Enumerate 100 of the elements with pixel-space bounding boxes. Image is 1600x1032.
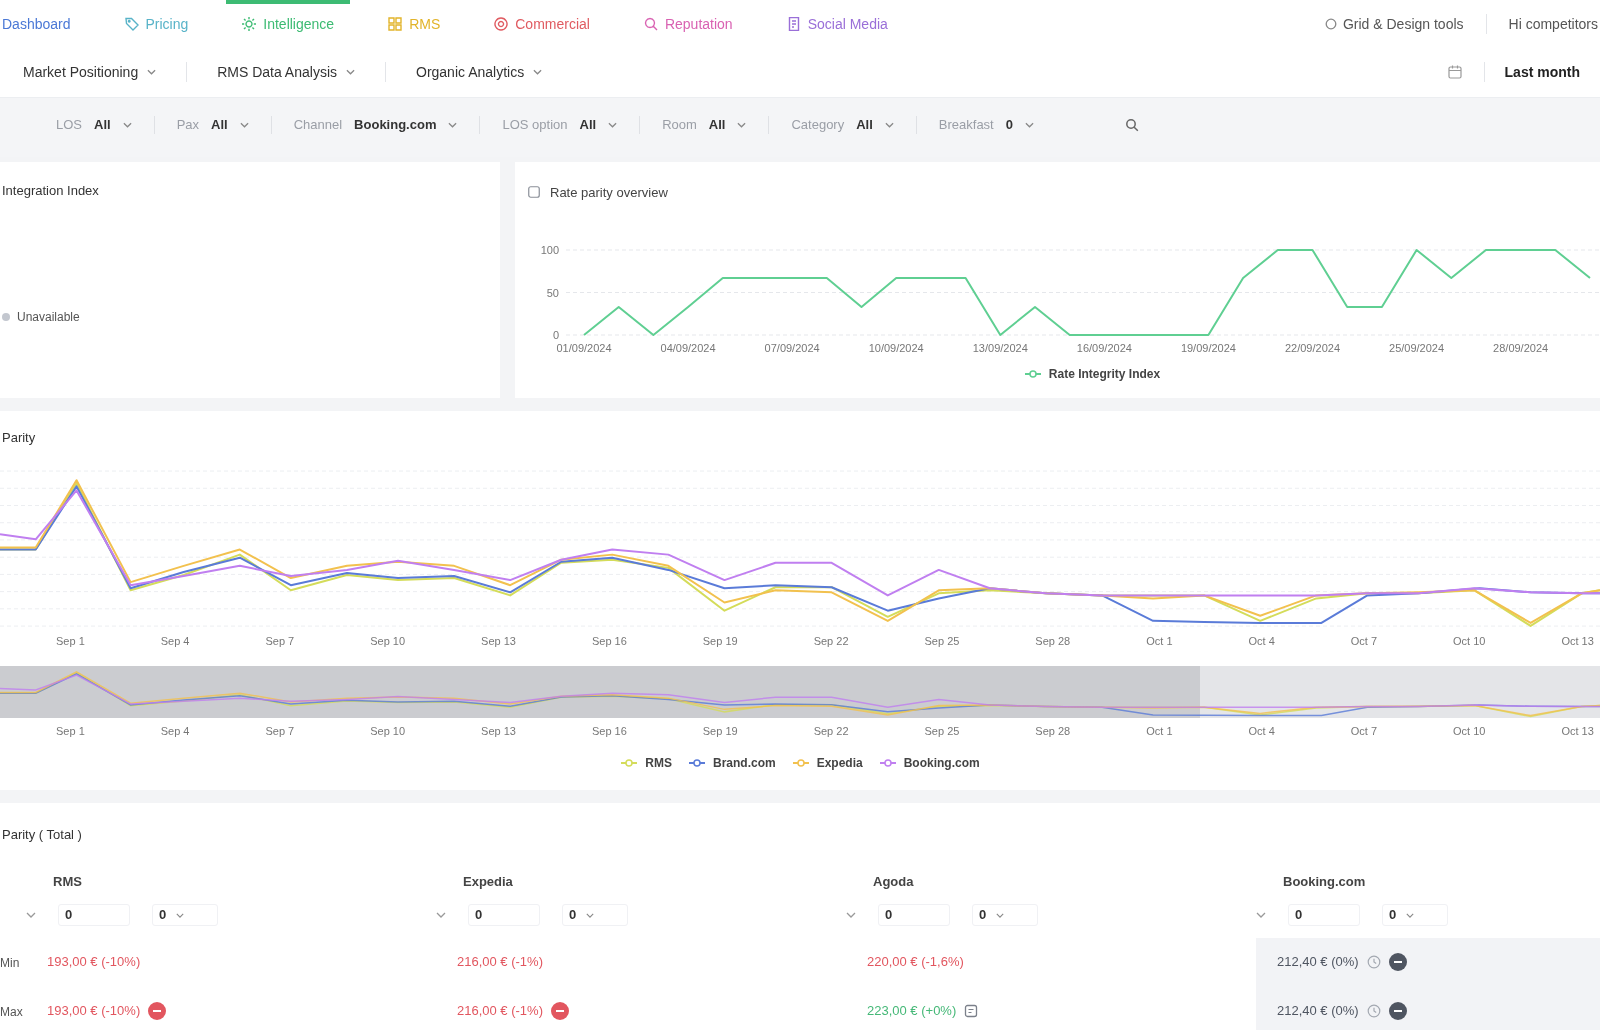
cell-value: 193,00 € (-10%) bbox=[47, 1002, 141, 1020]
nav-link[interactable]: Grid & Design tools bbox=[1322, 15, 1466, 32]
axis-label: Sep 1 bbox=[56, 634, 85, 648]
caret-icon bbox=[176, 912, 185, 918]
caret-icon bbox=[996, 912, 1005, 918]
tick-label: 0 bbox=[552, 329, 559, 341]
filter-dropdown[interactable]: Room All bbox=[662, 117, 747, 132]
chevron-down-icon[interactable] bbox=[846, 912, 856, 918]
number-field[interactable]: 0 bbox=[562, 904, 628, 926]
chart-title: Rate parity overview bbox=[550, 184, 668, 200]
caret-icon bbox=[122, 121, 132, 128]
minus-circle-icon[interactable] bbox=[1388, 1002, 1407, 1020]
menu-dropdown[interactable]: RMS Data Analysis bbox=[217, 64, 355, 80]
axis-label: Oct 7 bbox=[1350, 634, 1378, 648]
axis-label: Sep 7 bbox=[265, 634, 295, 648]
cell-value: 212,40 € (0%) bbox=[1277, 1002, 1359, 1020]
grid-icon bbox=[388, 16, 403, 31]
legend-item[interactable]: Booking.com bbox=[878, 756, 980, 770]
clock-icon[interactable] bbox=[1366, 1004, 1381, 1018]
caret-icon bbox=[884, 121, 894, 128]
axis-label: Sep 19 bbox=[702, 634, 738, 648]
axis-label: Sep 10 bbox=[370, 724, 406, 738]
document-icon bbox=[786, 16, 801, 31]
axis-label: Oct 10 bbox=[1453, 724, 1486, 738]
minus-circle-icon[interactable] bbox=[148, 1002, 167, 1020]
clock-icon[interactable] bbox=[1366, 955, 1381, 969]
axis-label: Oct 1 bbox=[1146, 634, 1173, 648]
slider-selection[interactable] bbox=[0, 666, 1200, 718]
panel-title: Parity ( Total ) bbox=[1, 827, 83, 843]
axis-label: Sep 13 bbox=[481, 634, 516, 648]
period-dropdown[interactable]: Last month bbox=[1504, 64, 1580, 80]
cell-value: 212,40 € (0%) bbox=[1277, 953, 1359, 971]
axis-label: Sep 28 bbox=[1035, 724, 1071, 738]
cell-value: 220,00 € (-1,6%) bbox=[867, 953, 964, 971]
filter-dropdown[interactable]: Category All bbox=[791, 117, 894, 132]
chevron-down-icon[interactable] bbox=[26, 912, 36, 918]
caret-icon bbox=[346, 69, 355, 75]
axis-label: Sep 10 bbox=[370, 634, 406, 648]
axis-label: Sep 25 bbox=[924, 634, 960, 648]
legend-item[interactable]: RMS bbox=[620, 756, 672, 770]
axis-label: Oct 1 bbox=[1146, 724, 1173, 738]
chevron-down-icon[interactable] bbox=[436, 912, 446, 918]
filter-dropdown[interactable]: Pax All bbox=[176, 117, 249, 132]
menu-dropdown[interactable]: Organic Analytics bbox=[416, 64, 543, 80]
number-field[interactable]: 0 bbox=[58, 904, 130, 926]
filter-dropdown[interactable]: Breakfast 0 bbox=[938, 117, 1034, 132]
calendar-button[interactable] bbox=[1445, 63, 1464, 81]
filter-dropdown[interactable]: Channel Booking.com bbox=[293, 117, 458, 132]
nav-tab[interactable]: Social Media bbox=[770, 0, 904, 47]
axis-label: 04/09/2024 bbox=[660, 342, 716, 354]
number-field[interactable]: 0 bbox=[152, 904, 218, 926]
nav-tab[interactable]: Commercial bbox=[478, 0, 606, 47]
filter-dropdown[interactable]: LOS option All bbox=[502, 117, 618, 132]
nav-link[interactable]: Hi competitors bbox=[1506, 15, 1600, 32]
axis-label: Oct 10 bbox=[1453, 634, 1486, 648]
gear-icon bbox=[242, 16, 257, 31]
panel-title: Integration Index bbox=[2, 183, 100, 199]
axis-label: Sep 28 bbox=[1035, 634, 1071, 648]
ring-icon bbox=[1324, 17, 1337, 30]
caret-icon bbox=[737, 121, 747, 128]
menu-dropdown[interactable]: Market Positioning bbox=[23, 64, 157, 80]
legend-item[interactable]: Unavailable bbox=[2, 310, 500, 324]
caret-icon bbox=[1406, 912, 1415, 918]
number-field[interactable]: 0 bbox=[972, 904, 1038, 926]
axis-label: Sep 19 bbox=[702, 724, 738, 738]
square-icon[interactable] bbox=[964, 1004, 979, 1018]
minus-circle-icon[interactable] bbox=[1388, 953, 1407, 971]
axis-label: Sep 25 bbox=[924, 724, 960, 738]
tick-label: 50 bbox=[546, 286, 559, 299]
square-icon bbox=[528, 186, 540, 198]
axis-label: 22/09/2024 bbox=[1284, 342, 1340, 354]
range-slider[interactable] bbox=[0, 666, 1600, 718]
chevron-down-icon[interactable] bbox=[1256, 912, 1266, 918]
number-field[interactable]: 0 bbox=[1382, 904, 1448, 926]
number-field[interactable]: 0 bbox=[878, 904, 950, 926]
axis-label: 10/09/2024 bbox=[868, 342, 924, 354]
nav-tab[interactable]: Dashboard bbox=[0, 0, 87, 47]
caret-icon bbox=[448, 121, 458, 128]
tick-label: 100 bbox=[540, 244, 559, 256]
search-icon bbox=[1124, 117, 1139, 132]
column-header: Booking.com bbox=[1283, 874, 1366, 889]
axis-label: Sep 16 bbox=[591, 724, 627, 738]
number-field[interactable]: 0 bbox=[468, 904, 540, 926]
cell-value: 216,00 € (-1%) bbox=[457, 1002, 543, 1020]
axis-label: Oct 7 bbox=[1350, 724, 1378, 738]
legend-item[interactable]: Brand.com bbox=[687, 756, 776, 770]
legend-item[interactable]: Expedia bbox=[791, 756, 863, 770]
axis-label: Oct 13 bbox=[1561, 634, 1594, 648]
row-label: Min bbox=[0, 956, 20, 970]
cell-value: 223,00 € (+0%) bbox=[867, 1002, 957, 1020]
minus-circle-icon[interactable] bbox=[551, 1002, 569, 1020]
caret-icon bbox=[1024, 121, 1034, 128]
axis-label: Oct 4 bbox=[1248, 634, 1275, 648]
axis-label: 25/09/2024 bbox=[1389, 342, 1445, 354]
filter-dropdown[interactable]: LOS All bbox=[56, 117, 132, 132]
number-field[interactable]: 0 bbox=[1288, 904, 1360, 926]
tag-icon bbox=[124, 16, 139, 31]
panel-title: Parity bbox=[1, 430, 37, 446]
caret-icon bbox=[147, 69, 157, 75]
legend-item[interactable]: Rate Integrity Index bbox=[1023, 367, 1161, 381]
